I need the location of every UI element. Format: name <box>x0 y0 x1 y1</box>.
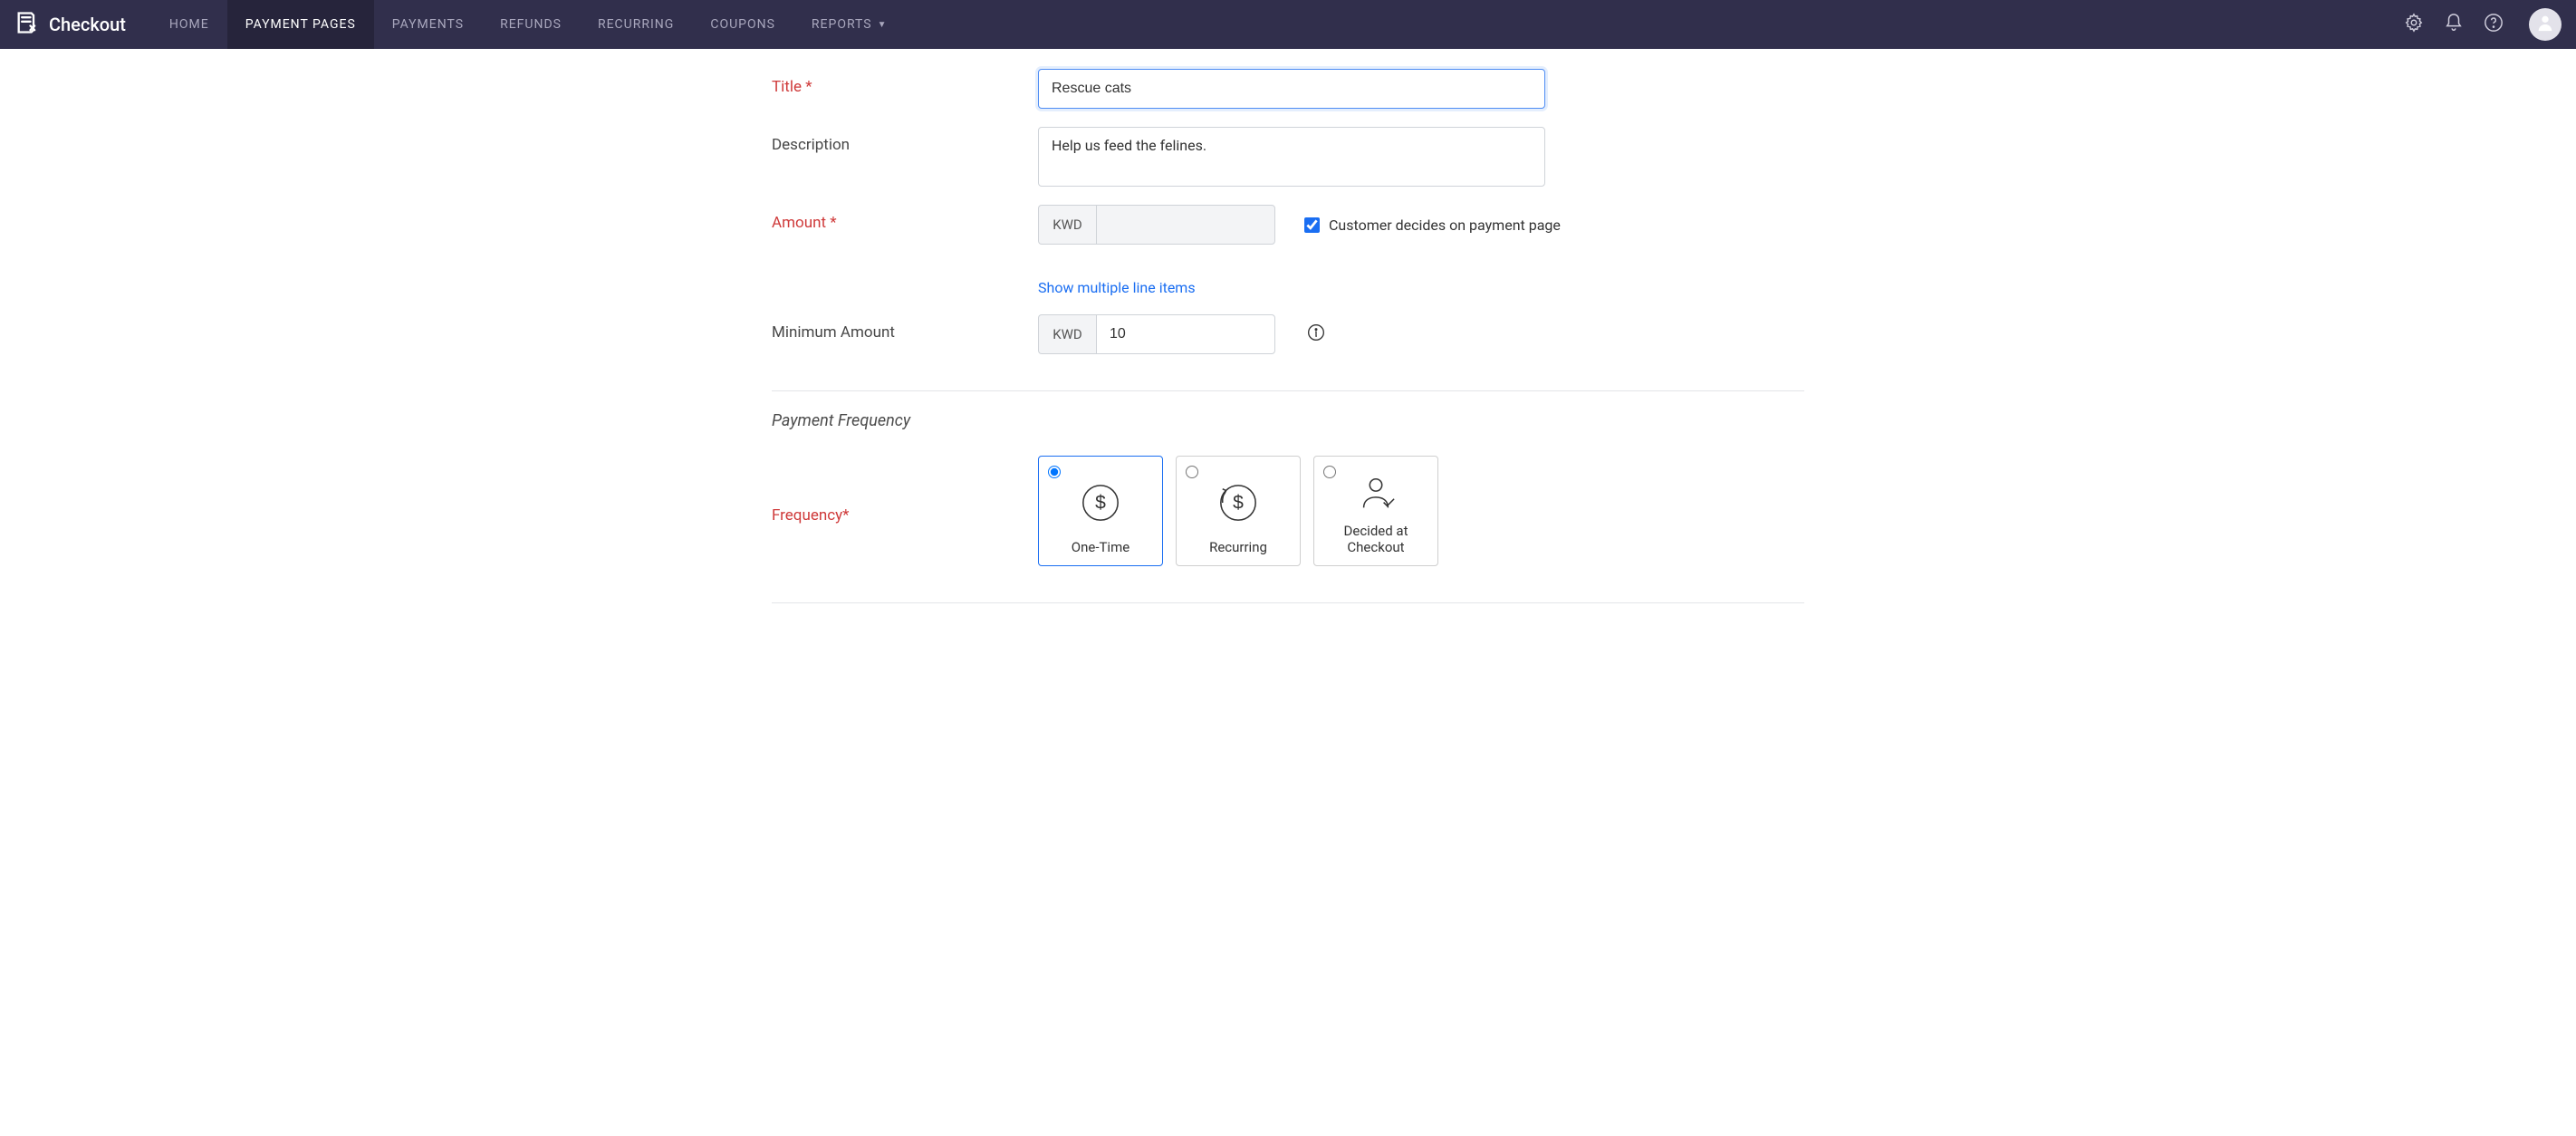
section-divider <box>772 390 1804 391</box>
nav-payments[interactable]: PAYMENTS <box>374 0 482 49</box>
payment-frequency-heading: Payment Frequency <box>772 411 1804 430</box>
nav-recurring-label: RECURRING <box>598 17 674 32</box>
frequency-card-recurring[interactable]: $ Recurring <box>1176 456 1301 566</box>
frequency-radio-one-time[interactable] <box>1048 466 1061 478</box>
min-currency-prefix: KWD <box>1038 314 1096 354</box>
customer-decides-row[interactable]: Customer decides on payment page <box>1304 217 1561 234</box>
brand-name: Checkout <box>49 14 126 35</box>
frequency-card-one-time[interactable]: $ One-Time <box>1038 456 1163 566</box>
title-row: Title * <box>772 60 1804 118</box>
help-button[interactable] <box>2484 14 2504 34</box>
nav-coupons[interactable]: COUPONS <box>692 0 793 49</box>
notifications-button[interactable] <box>2444 14 2464 34</box>
nav-recurring[interactable]: RECURRING <box>580 0 692 49</box>
user-icon <box>2535 13 2555 36</box>
topbar-right <box>2404 8 2562 41</box>
min-amount-input-group: KWD <box>1038 314 1275 354</box>
description-row: Description Help us feed the felines. <box>772 118 1804 196</box>
main-nav: HOME PAYMENT PAGES PAYMENTS REFUNDS RECU… <box>151 0 906 49</box>
one-time-icon: $ <box>1080 466 1121 539</box>
frequency-label-one-time: One-Time <box>1072 539 1129 556</box>
gear-icon <box>2404 13 2424 36</box>
nav-refunds-label: REFUNDS <box>500 17 562 32</box>
frequency-card-decided-at-checkout[interactable]: Decided at Checkout <box>1313 456 1438 566</box>
min-amount-info-button[interactable] <box>1306 324 1326 344</box>
nav-reports[interactable]: REPORTS ▼ <box>793 0 906 49</box>
frequency-label: Frequency* <box>772 497 1038 525</box>
nav-home[interactable]: HOME <box>151 0 227 49</box>
min-amount-row: Minimum Amount KWD <box>772 305 1804 363</box>
description-label: Description <box>772 127 1038 154</box>
frequency-radio-recurring[interactable] <box>1186 466 1198 478</box>
nav-payment-pages[interactable]: PAYMENT PAGES <box>227 0 374 49</box>
amount-label: Amount * <box>772 205 1038 232</box>
nav-refunds[interactable]: REFUNDS <box>482 0 580 49</box>
nav-payment-pages-label: PAYMENT PAGES <box>245 17 356 32</box>
nav-home-label: HOME <box>169 17 209 32</box>
currency-prefix: KWD <box>1038 205 1096 245</box>
info-icon <box>1307 323 1325 345</box>
nav-payments-label: PAYMENTS <box>392 17 464 32</box>
user-avatar[interactable] <box>2529 8 2562 41</box>
settings-button[interactable] <box>2404 14 2424 34</box>
amount-input-group: KWD <box>1038 205 1275 245</box>
frequency-row: Frequency* $ One-Time $ Recurring <box>772 447 1804 575</box>
checkout-logo-icon <box>14 10 40 40</box>
show-line-items-link[interactable]: Show multiple line items <box>1038 279 1196 296</box>
svg-text:$: $ <box>1233 492 1244 513</box>
min-amount-input[interactable] <box>1096 314 1275 354</box>
title-input[interactable] <box>1038 69 1545 109</box>
chevron-down-icon: ▼ <box>878 20 888 30</box>
nav-reports-label: REPORTS <box>812 17 872 32</box>
brand[interactable]: Checkout <box>14 10 126 40</box>
customer-decides-label: Customer decides on payment page <box>1329 217 1561 234</box>
frequency-label-decided-at-checkout: Decided at Checkout <box>1320 523 1432 557</box>
frequency-label-recurring: Recurring <box>1209 539 1267 556</box>
recurring-icon: $ <box>1217 466 1259 539</box>
bell-icon <box>2444 13 2464 36</box>
description-input[interactable]: Help us feed the felines. <box>1038 127 1545 187</box>
title-label: Title * <box>772 69 1038 96</box>
nav-coupons-label: COUPONS <box>710 17 775 32</box>
frequency-options: $ One-Time $ Recurring Decided <box>1038 456 1438 566</box>
help-icon <box>2484 13 2504 36</box>
topbar: Checkout HOME PAYMENT PAGES PAYMENTS REF… <box>0 0 2576 49</box>
min-amount-label: Minimum Amount <box>772 314 1038 342</box>
frequency-radio-decided-at-checkout[interactable] <box>1323 466 1336 478</box>
decided-at-checkout-icon <box>1355 466 1397 523</box>
payment-page-form: Title * Description Help us feed the fel… <box>754 49 1822 659</box>
amount-row: Amount * KWD Customer decides on payment… <box>772 196 1804 305</box>
customer-decides-checkbox[interactable] <box>1304 217 1320 233</box>
amount-input <box>1096 205 1275 245</box>
section-divider-2 <box>772 602 1804 603</box>
svg-text:$: $ <box>1095 492 1106 513</box>
